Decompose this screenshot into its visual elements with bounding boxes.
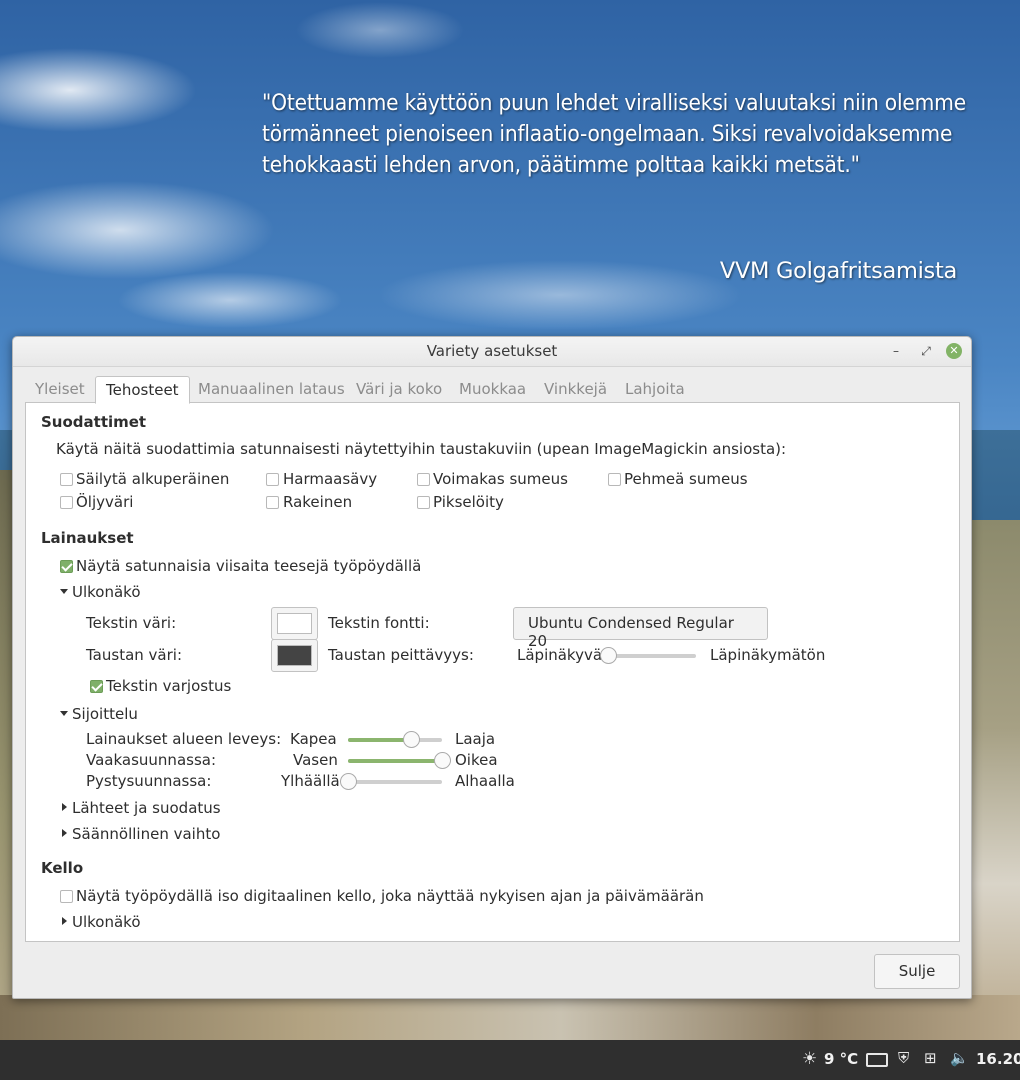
bg-color-swatch [277,645,312,666]
filter-grayscale-checkbox[interactable] [266,473,279,486]
interval-expander[interactable]: Säännöllinen vaihto [72,825,220,843]
width-slider-fill [348,738,411,742]
maximize-icon[interactable]: ⤢ [916,342,936,362]
tab-yleiset[interactable]: Yleiset [25,376,95,403]
filter-strong-blur-label[interactable]: Voimakas sumeus [433,470,568,488]
vertical-max-label: Alhaalla [455,772,515,790]
text-color-label: Tekstin väri: [86,614,177,632]
filter-strong-blur-checkbox[interactable] [417,473,430,486]
expander-down-icon[interactable] [60,589,68,594]
filters-heading: Suodattimet [41,413,147,431]
vertical-slider[interactable] [340,773,442,790]
show-clock-label[interactable]: Näytä työpöydällä iso digitaalinen kello… [76,887,704,905]
clock-appearance-expander[interactable]: Ulkonäkö [72,913,141,931]
filter-keep-original-checkbox[interactable] [60,473,73,486]
text-font-label: Tekstin fontti: [328,614,430,632]
effects-panel: Suodattimet Käytä näitä suodattimia satu… [25,402,960,942]
tab-muokkaa[interactable]: Muokkaa [449,376,536,403]
filter-oil-paint-label[interactable]: Öljyväri [76,493,133,511]
vertical-label: Pystysuunnassa: [86,772,212,790]
font-name: Ubuntu Condensed Regular [528,614,734,632]
opacity-slider[interactable] [600,647,696,664]
show-quotes-checkbox[interactable] [60,560,73,573]
filter-pixelate-label[interactable]: Pikselöity [433,493,504,511]
taskbar: ☀ 9 °C ⛨ ⊞ 🔈 16.20 [0,1040,1020,1080]
desktop-quote-author: VVM Golgafritsamista [719,258,957,284]
window-titlebar[interactable]: Variety asetukset – ⤢ ✕ [13,337,971,367]
filter-soft-blur-checkbox[interactable] [608,473,621,486]
display-icon[interactable] [866,1053,888,1067]
filter-grayscale-label[interactable]: Harmaasävy [283,470,377,488]
filter-grainy-label[interactable]: Rakeinen [283,493,352,511]
close-button[interactable]: Sulje [874,954,960,989]
show-clock-checkbox[interactable] [60,890,73,903]
network-icon[interactable]: ⊞ [924,1049,937,1067]
expander-down-icon[interactable] [60,711,68,716]
appearance-expander[interactable]: Ulkonäkö [72,583,141,601]
quotes-heading: Lainaukset [41,529,134,547]
horizontal-max-label: Oikea [455,751,498,769]
filter-keep-original-label[interactable]: Säilytä alkuperäinen [76,470,229,488]
filters-description: Käytä näitä suodattimia satunnaisesti nä… [56,440,787,458]
sun-icon[interactable]: ☀ [802,1049,817,1069]
text-color-swatch [277,613,312,634]
expander-right-icon[interactable] [62,829,67,837]
width-min-label: Kapea [290,730,337,748]
width-slider[interactable] [348,731,442,748]
tab-lahjoita[interactable]: Lahjoita [615,376,695,403]
horizontal-label: Vaakasuunnassa: [86,751,217,769]
vertical-slider-knob[interactable] [340,773,357,790]
clock-heading: Kello [41,859,84,877]
opacity-max-label: Läpinäkymätön [710,646,826,664]
filter-pixelate-checkbox[interactable] [417,496,430,509]
close-icon[interactable]: ✕ [946,343,962,359]
shield-icon[interactable]: ⛨ [898,1049,909,1067]
text-shadow-label[interactable]: Tekstin varjostus [106,677,231,695]
opacity-slider-knob[interactable] [600,647,617,664]
settings-window: Variety asetukset – ⤢ ✕ Yleiset Tehostee… [12,336,972,999]
width-max-label: Laaja [455,730,496,748]
volume-icon[interactable]: 🔈 [950,1049,969,1067]
tab-manuaalinen-lataus[interactable]: Manuaalinen lataus [188,376,355,403]
clock-time[interactable]: 16.20 [976,1050,1020,1068]
horizontal-min-label: Vasen [293,751,338,769]
filter-grainy-checkbox[interactable] [266,496,279,509]
vertical-min-label: Ylhäällä [281,772,340,790]
weather-temperature[interactable]: 9 °C [824,1050,858,1068]
desktop-quote-text: "Otettuamme käyttöön puun lehdet viralli… [262,90,966,178]
sources-expander[interactable]: Lähteet ja suodatus [72,799,221,817]
tab-tehosteet[interactable]: Tehosteet [95,376,190,404]
window-title: Variety asetukset [426,342,558,360]
opacity-min-label: Läpinäkyvä [517,646,603,664]
filter-oil-paint-checkbox[interactable] [60,496,73,509]
wallpaper-ground [0,995,1020,1040]
expander-right-icon[interactable] [62,917,67,925]
horizontal-slider-fill [348,759,442,763]
bg-color-button[interactable] [271,639,318,672]
show-quotes-label[interactable]: Näytä satunnaisia viisaita teesejä työpö… [76,557,421,575]
bg-opacity-label: Taustan peittävyys: [328,646,474,664]
tab-vinkkeja[interactable]: Vinkkejä [534,376,617,403]
width-slider-knob[interactable] [402,731,420,748]
tab-vari-ja-koko[interactable]: Väri ja koko [346,376,452,403]
minimize-icon[interactable]: – [886,342,906,362]
horizontal-slider-knob[interactable] [434,752,451,769]
filter-soft-blur-label[interactable]: Pehmeä sumeus [624,470,748,488]
font-chooser-button[interactable]: Ubuntu Condensed Regular 20 [513,607,768,650]
width-label: Lainaukset alueen leveys: [86,730,282,748]
horizontal-slider[interactable] [348,752,451,769]
expander-right-icon[interactable] [62,803,67,811]
text-shadow-checkbox[interactable] [90,680,103,693]
placement-expander[interactable]: Sijoittelu [72,705,138,723]
bg-color-label: Taustan väri: [86,646,182,664]
text-color-button[interactable] [271,607,318,640]
